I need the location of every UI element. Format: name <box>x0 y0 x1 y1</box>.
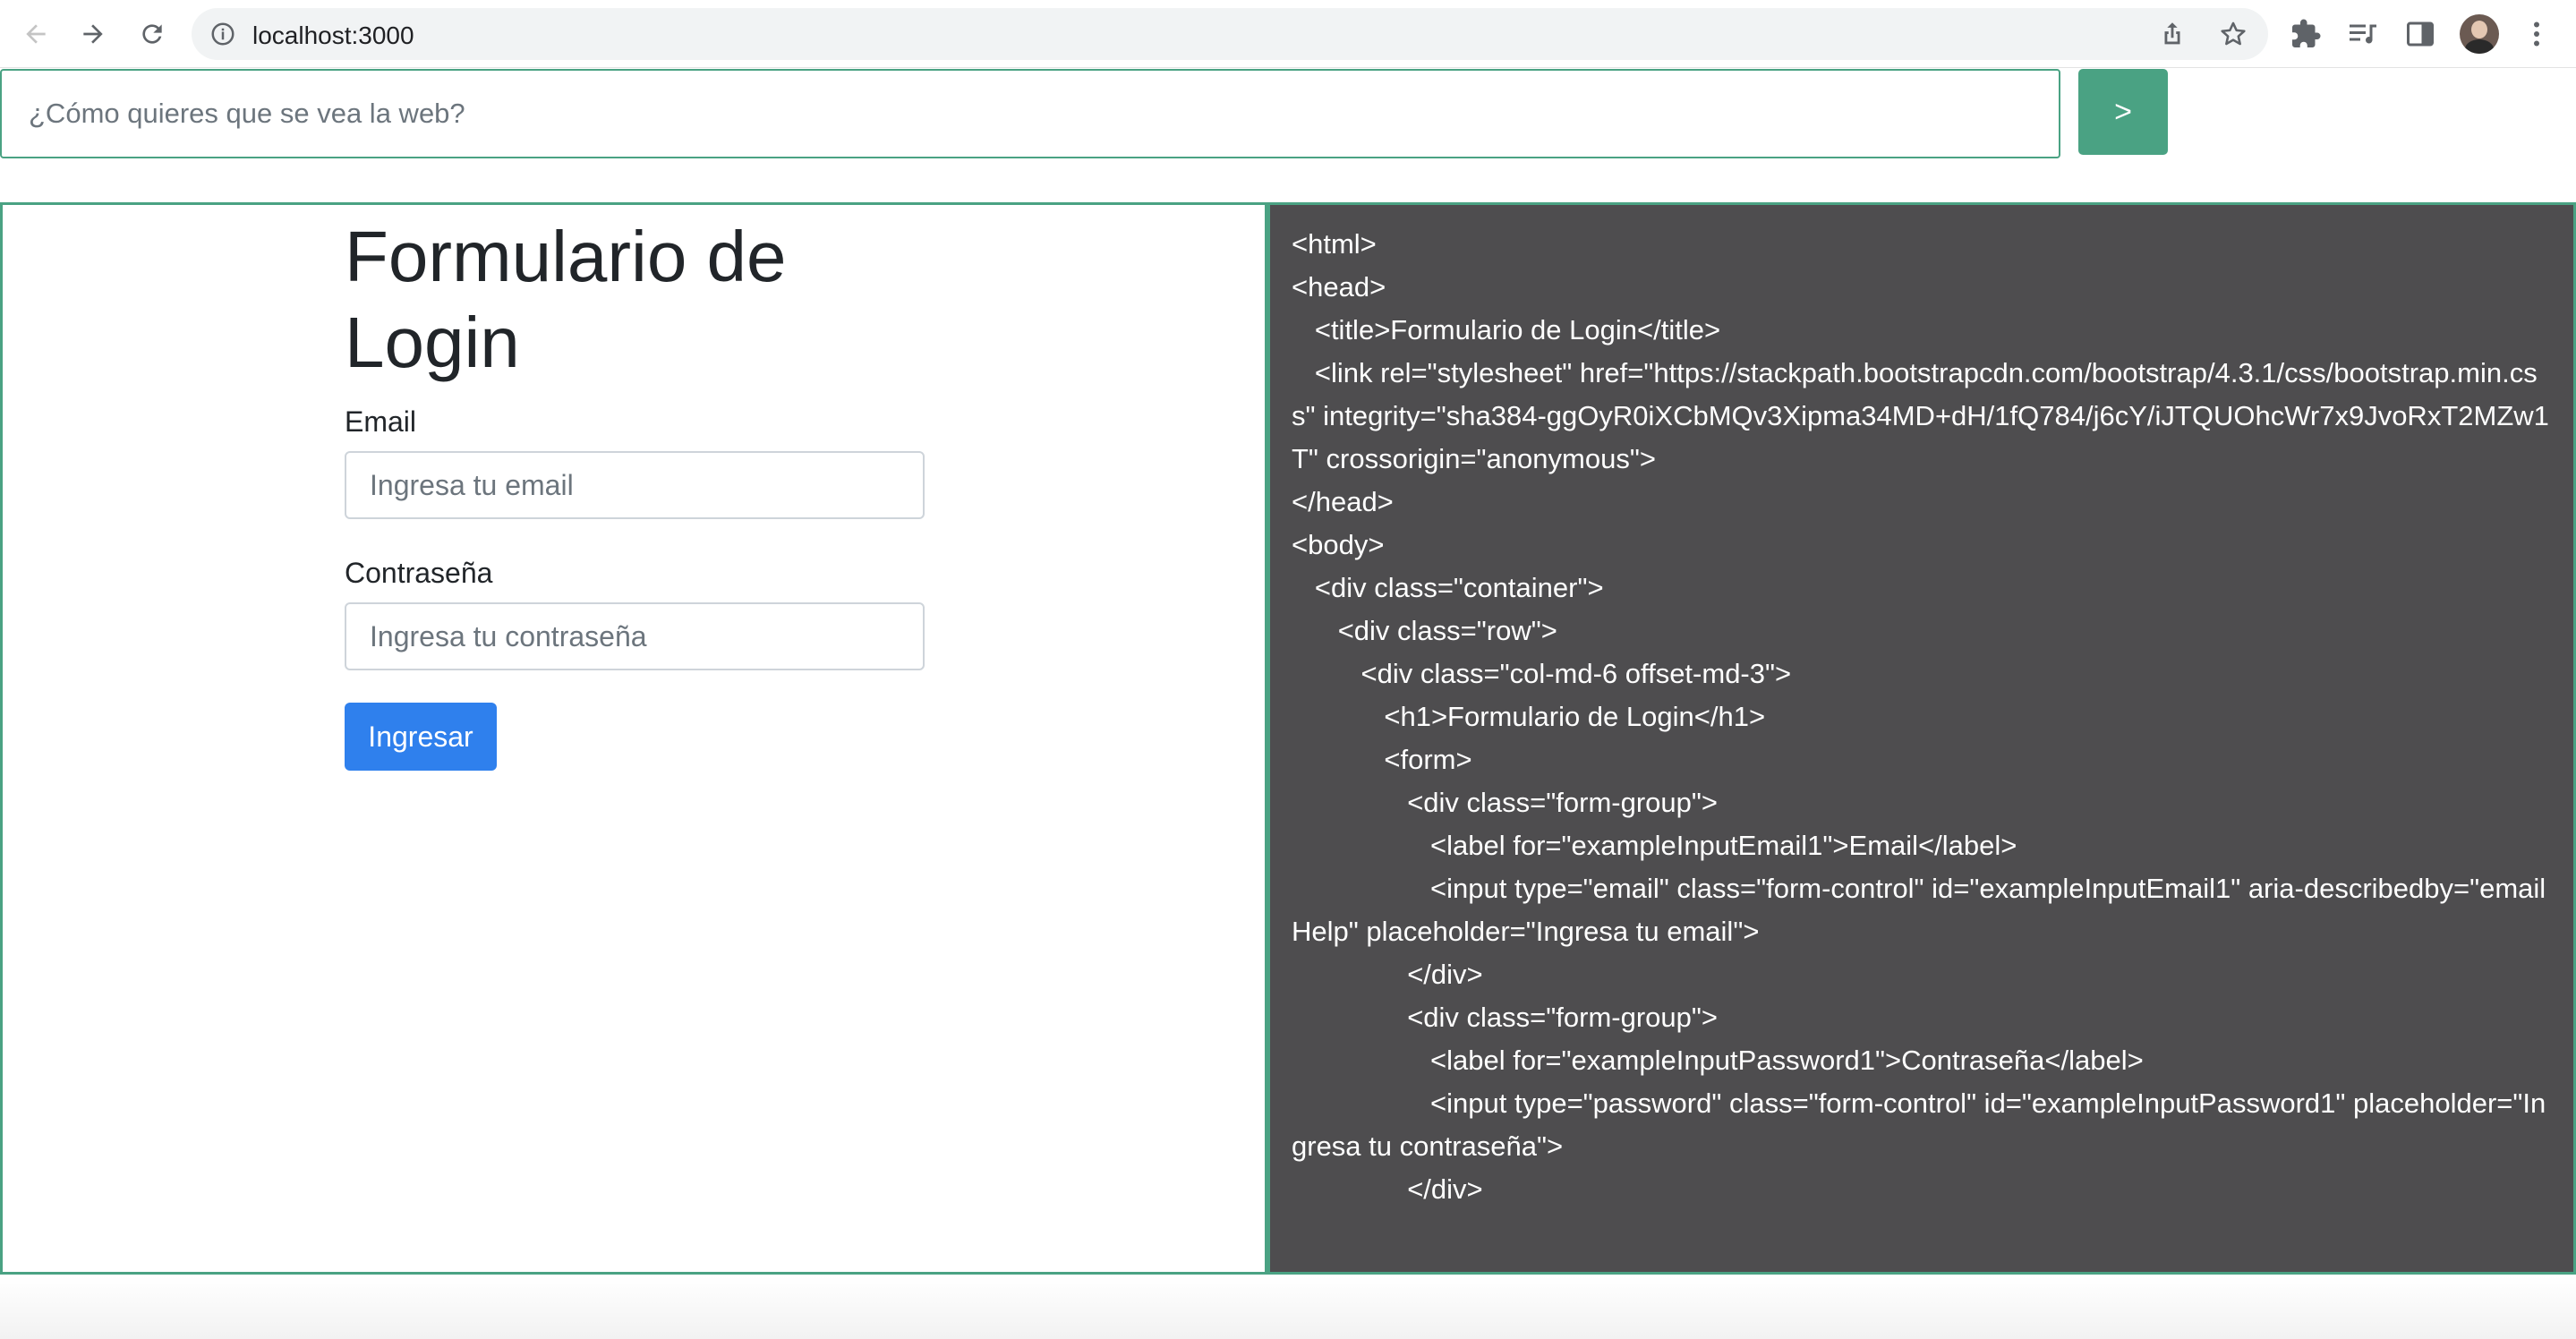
arrow-left-icon <box>26 24 46 44</box>
password-field[interactable] <box>345 602 925 670</box>
login-submit-button[interactable]: Ingresar <box>345 703 497 771</box>
star-icon[interactable] <box>2218 19 2248 49</box>
password-label: Contraseña <box>345 557 493 589</box>
puzzle-icon[interactable] <box>2290 18 2322 50</box>
submit-prompt-button[interactable]: > <box>2078 69 2168 155</box>
arrow-right-icon <box>83 24 103 44</box>
browser-toolbar: localhost:3000 <box>0 0 2576 68</box>
share-icon[interactable] <box>2157 19 2188 49</box>
reload-icon <box>142 24 162 44</box>
email-field[interactable] <box>345 451 925 519</box>
email-form-group: Email <box>345 405 926 519</box>
side-panel-icon[interactable] <box>2404 18 2436 50</box>
email-label: Email <box>345 405 417 438</box>
page-bottom-area <box>0 1276 2576 1339</box>
media-queue-icon[interactable] <box>2347 18 2379 50</box>
kebab-menu-icon[interactable] <box>2521 18 2553 50</box>
form-title: Formulario de Login <box>345 217 787 382</box>
address-bar[interactable]: localhost:3000 <box>192 8 2268 60</box>
login-form-container: Formulario de Login Email Contraseña Ing… <box>345 214 926 771</box>
password-form-group: Contraseña <box>345 557 926 670</box>
preview-pane: Formulario de Login Email Contraseña Ing… <box>0 202 1267 1275</box>
code-pane[interactable]: <html> <head> <title>Formulario de Login… <box>1267 202 2576 1275</box>
prompt-input[interactable] <box>0 69 2060 158</box>
info-icon[interactable] <box>209 21 236 47</box>
forward-button[interactable] <box>75 16 111 52</box>
back-button[interactable] <box>18 16 54 52</box>
reload-button[interactable] <box>134 16 170 52</box>
generated-code[interactable]: <html> <head> <title>Formulario de Login… <box>1292 223 2554 1211</box>
avatar[interactable] <box>2460 14 2499 54</box>
url-text[interactable]: localhost:3000 <box>252 21 414 50</box>
